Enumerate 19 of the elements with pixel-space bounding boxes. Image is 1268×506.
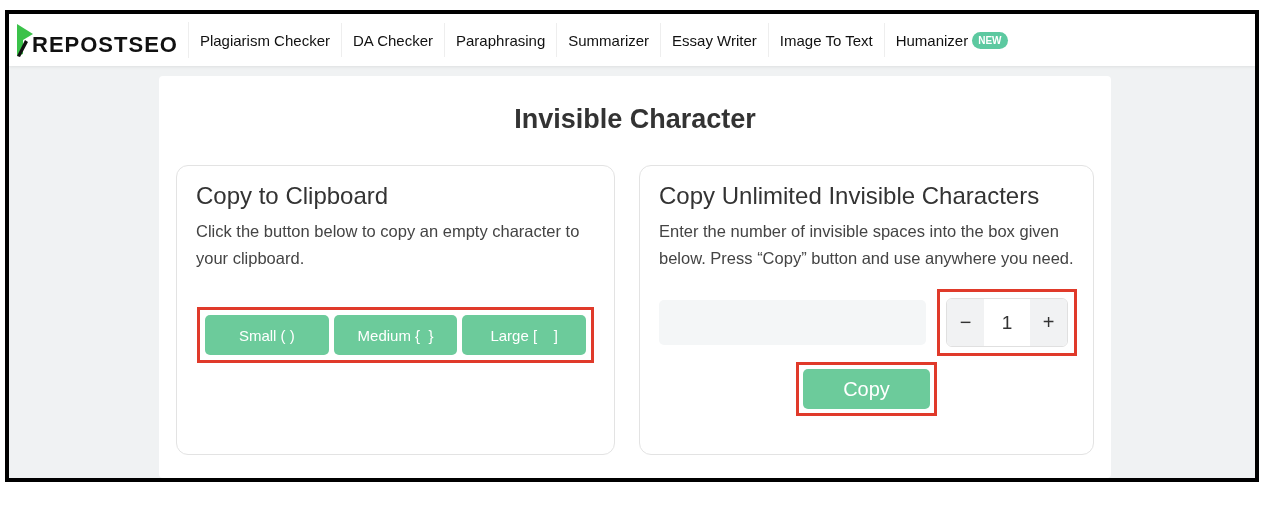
page-title: Invisible Character [513,104,757,135]
nav-link[interactable]: Summarizer [557,23,662,57]
card-description: Click the button below to copy an empty character to your clipboard. [196,221,581,269]
nav-link[interactable]: Humanizer NEW [884,23,1019,57]
nav-link[interactable]: Essay Writer [661,23,769,57]
count-value: 1 [1000,310,1014,335]
nav-link[interactable]: Plagiarism Checker [188,23,342,57]
decrement-button[interactable]: − [947,299,984,346]
card-description: Enter the number of invisible spaces into the box given below. Press “Copy” button and use anywhere you need. [659,221,1074,269]
logo-icon [15,22,35,58]
nav-link[interactable]: DA Checker [341,23,445,57]
new-badge: NEW [972,31,1008,49]
card-heading: Copy to Clipboard [196,182,390,210]
nav-link[interactable]: Paraphrasing [445,23,558,57]
nav-link[interactable]: Image To Text [768,23,885,57]
card-heading: Copy Unlimited Invisible Characters [659,182,1041,210]
logo-text[interactable]: REPOSTSEO [32,32,178,58]
number-stepper[interactable]: − 1 + [946,298,1068,347]
increment-button[interactable]: + [1030,299,1067,346]
